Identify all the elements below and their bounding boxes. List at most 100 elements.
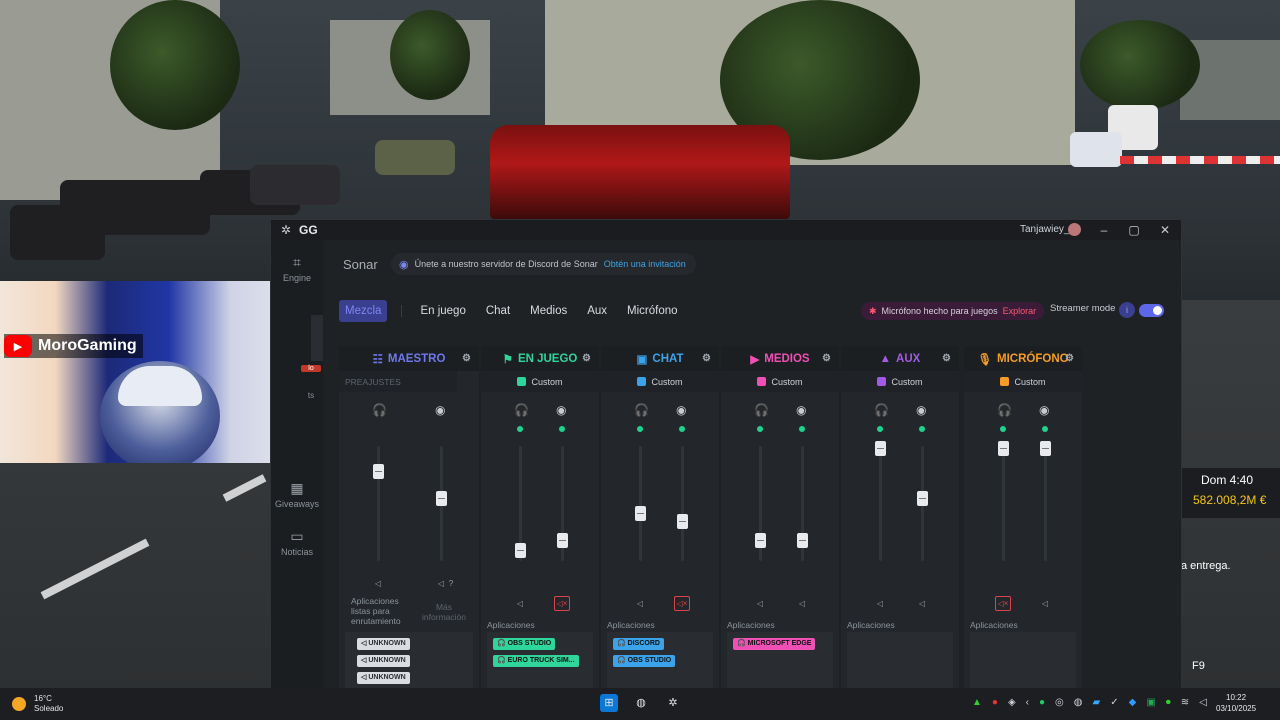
muted-speaker-icon[interactable]: ◁× (554, 596, 570, 611)
speaker-icon[interactable]: ◁ (512, 596, 528, 611)
tab-medios[interactable]: Medios (520, 300, 577, 322)
steelseries-taskbar-icon[interactable]: ✲ (664, 694, 682, 712)
gg-window: ✲ GG Tanjawiey_ – ▢ ✕ ⌗ Engine lo ts ▦ G… (270, 219, 1182, 692)
clock[interactable]: 10:22 03/10/2025 (1216, 692, 1256, 714)
app-chip[interactable]: 🎧 OBS STUDIO (493, 638, 556, 650)
gear-icon[interactable]: ⚙ (942, 353, 951, 364)
preset-selector[interactable]: Custom (601, 371, 719, 392)
monitor-volume-thumb[interactable] (755, 533, 766, 549)
muted-speaker-icon[interactable]: ◁× (995, 596, 1011, 611)
discord-banner[interactable]: ◉ Únete a nuestro servidor de Discord de… (391, 253, 696, 275)
app-chip[interactable]: 🎧 OBS STUDIO (613, 655, 676, 667)
gear-icon[interactable]: ⚙ (702, 353, 711, 364)
monitor-volume-thumb[interactable] (875, 441, 886, 457)
tray-icon[interactable]: ● (1039, 697, 1045, 708)
app-chip[interactable]: 🎧 EURO TRUCK SIM... (493, 655, 579, 667)
tray-icon[interactable]: ▲ (972, 697, 982, 708)
gear-icon[interactable]: ⚙ (1065, 353, 1074, 364)
volume-slider-track[interactable] (879, 446, 882, 561)
volume-slider-track[interactable] (1044, 446, 1047, 561)
preset-selector[interactable]: Custom (841, 371, 959, 392)
speaker-icon[interactable]: ◁ (794, 596, 810, 611)
preset-selector[interactable]: Custom (481, 371, 599, 392)
stream-icon: ◉ (1039, 403, 1050, 417)
volume-slider-track[interactable] (377, 446, 380, 561)
stream-icon: ◉ (676, 403, 687, 417)
gear-icon[interactable]: ⚙ (582, 353, 591, 364)
tray-icon[interactable]: ◆ (1129, 697, 1137, 708)
windows-start-icon[interactable]: ⊞ (600, 694, 618, 712)
speaker-icon[interactable]: ◁ (872, 596, 888, 611)
streamer-mode-toggle[interactable] (1139, 304, 1164, 317)
info-icon[interactable]: i (1119, 302, 1135, 318)
tab-microfono[interactable]: Micrófono (617, 300, 688, 322)
wifi-icon[interactable]: ≋ (1181, 697, 1189, 708)
gear-icon[interactable]: ⚙ (822, 353, 831, 364)
speaker-icon[interactable]: ◁ (914, 596, 930, 611)
app-chip[interactable]: ◁ UNKNOWN (357, 638, 410, 650)
more-info-link[interactable]: Más información (421, 602, 467, 622)
sidebar-item-sonar[interactable] (311, 315, 323, 361)
speaker-icon[interactable]: ◁ (632, 596, 648, 611)
help-icon[interactable]: ? (443, 576, 459, 591)
level-indicator (1000, 426, 1006, 432)
preset-selector[interactable]: Custom (964, 371, 1082, 392)
app-chip[interactable]: 🎧 MICROSOFT EDGE (733, 638, 816, 650)
stream-volume-thumb[interactable] (797, 533, 808, 549)
muted-speaker-icon[interactable]: ◁× (674, 596, 690, 611)
tray-icon[interactable]: ◈ (1008, 697, 1016, 708)
gear-icon[interactable]: ⚙ (462, 353, 471, 364)
speaker-icon[interactable]: ◁ (370, 576, 386, 591)
headphones-icon: 🎧 (997, 403, 1012, 417)
stream-volume-thumb[interactable] (557, 533, 568, 549)
volume-slider-track[interactable] (681, 446, 684, 561)
tab-mezcla[interactable]: Mezcla (339, 300, 388, 322)
tab-chat[interactable]: Chat (476, 300, 520, 322)
channel-title: MAESTRO (387, 352, 446, 365)
volume-icon[interactable]: ◁ (1199, 697, 1207, 708)
stream-volume-thumb[interactable] (1040, 441, 1051, 457)
weather-widget[interactable]: 16°C Soleado (12, 694, 63, 714)
promo-explore-link[interactable]: Explorar (1003, 306, 1037, 316)
user-name[interactable]: Tanjawiey_ (1020, 224, 1069, 235)
maximize-button[interactable]: ▢ (1121, 221, 1147, 239)
microphone-icon[interactable]: ⏺ (1166, 697, 1171, 708)
sidebar-item-noticias[interactable]: ▭ Noticias (271, 528, 323, 557)
app-chip[interactable]: ◁ UNKNOWN (357, 672, 410, 684)
tab-aux[interactable]: Aux (577, 300, 617, 322)
stream-volume-thumb[interactable] (677, 513, 688, 529)
tray-icon[interactable]: ◍ (1074, 697, 1083, 708)
volume-slider-track[interactable] (639, 446, 642, 561)
minimize-button[interactable]: – (1091, 221, 1117, 239)
stream-volume-thumb[interactable] (917, 490, 928, 506)
sidebar-item-engine[interactable]: ⌗ Engine (271, 254, 323, 283)
speaker-icon[interactable]: ◁ (752, 596, 768, 611)
monitor-volume-thumb[interactable] (635, 505, 646, 521)
sidebar-item-giveaways[interactable]: ▦ Giveaways (271, 480, 323, 509)
tab-en-juego[interactable]: En juego (410, 300, 475, 322)
app-chip[interactable]: ◁ UNKNOWN (357, 655, 410, 667)
tray-icon[interactable]: ◎ (1055, 697, 1064, 708)
system-tray: ▲ ● ◈ ‹ ● ◎ ◍ ▰ ✓ ◆ ▣ ⏺ ≋ ◁ (972, 697, 1207, 708)
preset-selector[interactable]: Custom (721, 371, 839, 392)
speaker-icon[interactable]: ◁ (1037, 596, 1053, 611)
close-button[interactable]: ✕ (1152, 221, 1178, 239)
tray-icon[interactable]: ✓ (1110, 697, 1118, 708)
monitor-volume-thumb[interactable] (998, 441, 1009, 457)
monitor-volume-thumb[interactable] (373, 464, 384, 480)
avatar[interactable] (1068, 223, 1081, 236)
tray-icon[interactable]: ▰ (1093, 697, 1101, 708)
mic-promo-banner[interactable]: ✱ Micrófono hecho para juegos Explorar (861, 302, 1045, 320)
tray-icon[interactable]: ● (992, 697, 998, 708)
discord-invite-link[interactable]: Obtén una invitación (604, 259, 686, 269)
volume-slider-track[interactable] (1002, 446, 1005, 561)
level-indicator (877, 426, 883, 432)
tray-icon[interactable]: ‹ (1026, 697, 1029, 708)
game-app-icon[interactable]: ◍ (632, 694, 650, 712)
tray-icon[interactable]: ▣ (1146, 697, 1155, 708)
app-chip[interactable]: 🎧 DISCORD (613, 638, 664, 650)
monitor-volume-thumb[interactable] (515, 542, 526, 558)
stream-volume-thumb[interactable] (436, 490, 447, 506)
preset-label: Custom (771, 376, 803, 387)
apps-label: Aplicaciones (727, 620, 775, 630)
